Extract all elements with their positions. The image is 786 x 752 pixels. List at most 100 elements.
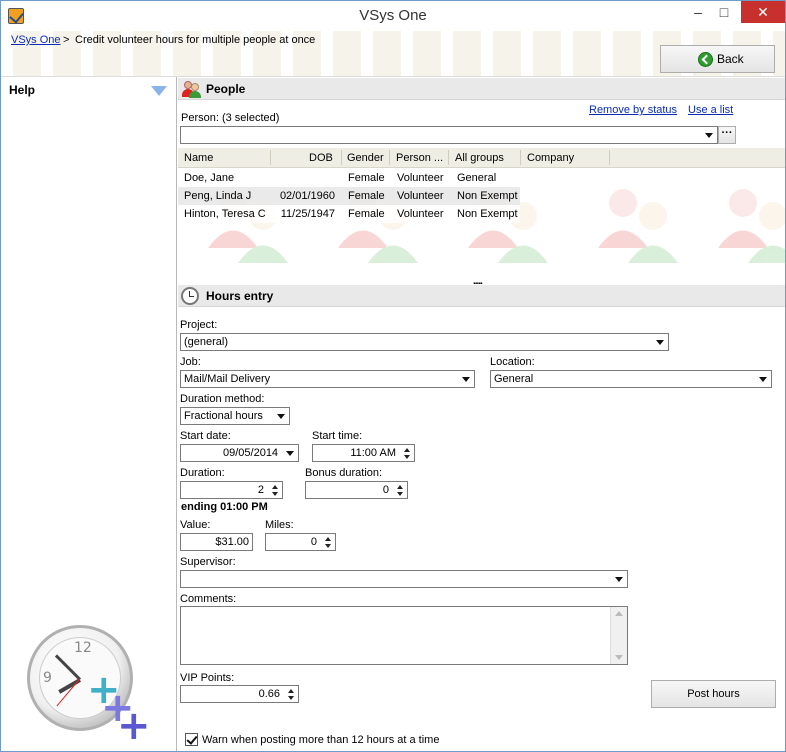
- people-grid[interactable]: Name DOB Gender Person ... All groups Co…: [178, 148, 785, 278]
- title-bar[interactable]: VSys One – □ ✕: [1, 1, 785, 31]
- breadcrumb-separator: >: [63, 34, 70, 46]
- chevron-down-icon: [656, 340, 664, 345]
- maximize-button[interactable]: □: [711, 1, 737, 23]
- project-select[interactable]: (general): [180, 333, 669, 351]
- clock-icon: [181, 287, 199, 305]
- warn-checkbox-label[interactable]: Warn when posting more than 12 hours at …: [202, 734, 439, 746]
- table-row[interactable]: Peng, Linda J 02/01/1960 Female Voluntee…: [178, 187, 520, 205]
- project-select-value: (general): [184, 336, 229, 348]
- plus-blue-icon: +: [117, 703, 151, 749]
- spin-down-icon[interactable]: [272, 492, 278, 496]
- supervisor-label: Supervisor:: [180, 556, 236, 568]
- start-date-picker[interactable]: 09/05/2014: [180, 444, 299, 462]
- value-input-value: $31.00: [215, 536, 249, 548]
- help-collapse-chevron-icon[interactable]: [151, 86, 167, 96]
- window-title: VSys One: [359, 7, 427, 24]
- value-input[interactable]: $31.00: [180, 533, 253, 551]
- cell-groups: Non Exempt: [457, 190, 518, 202]
- comments-textarea[interactable]: [180, 606, 628, 665]
- miles-spinner[interactable]: 0: [265, 533, 336, 551]
- duration-value: 2: [257, 484, 264, 496]
- start-date-label: Start date:: [180, 430, 231, 442]
- spin-down-icon[interactable]: [325, 544, 331, 548]
- job-label: Job:: [180, 356, 201, 368]
- duration-method-label: Duration method:: [180, 393, 265, 405]
- column-header-name[interactable]: Name: [184, 152, 213, 164]
- spin-down-icon[interactable]: [397, 492, 403, 496]
- post-hours-button[interactable]: Post hours: [651, 680, 776, 708]
- spin-down-icon[interactable]: [404, 455, 410, 459]
- chevron-down-icon: [759, 377, 767, 382]
- person-ellipsis-button[interactable]: ···: [718, 126, 736, 144]
- close-button[interactable]: ✕: [741, 1, 785, 23]
- spin-up-icon[interactable]: [404, 448, 410, 452]
- person-combo[interactable]: [180, 126, 718, 144]
- spin-up-icon[interactable]: [288, 689, 294, 693]
- start-time-label: Start time:: [312, 430, 363, 442]
- start-date-value: 09/05/2014: [223, 447, 279, 459]
- hours-section-title: Hours entry: [206, 289, 274, 303]
- cell-groups: General: [457, 172, 497, 184]
- post-hours-label: Post hours: [687, 688, 740, 700]
- job-select[interactable]: Mail/Mail Delivery: [180, 370, 475, 388]
- location-select[interactable]: General: [490, 370, 772, 388]
- spin-up-icon[interactable]: [325, 537, 331, 541]
- job-select-value: Mail/Mail Delivery: [184, 373, 271, 385]
- table-row[interactable]: Doe, Jane Female Volunteer General: [178, 169, 520, 187]
- chevron-down-icon: [277, 414, 285, 419]
- bonus-duration-value: 0: [382, 484, 389, 496]
- ending-time-text: ending 01:00 PM: [181, 501, 268, 513]
- table-row[interactable]: Hinton, Teresa C 11/25/1947 Female Volun…: [178, 205, 520, 223]
- location-label: Location:: [490, 356, 535, 368]
- people-section-title: People: [206, 82, 246, 96]
- bonus-duration-spinner[interactable]: 0: [305, 481, 408, 499]
- cell-gender: Female: [348, 172, 385, 184]
- miles-label: Miles:: [265, 519, 294, 531]
- cell-person: Volunteer: [397, 190, 444, 202]
- bonus-duration-label: Bonus duration:: [305, 467, 383, 479]
- start-time-spinner[interactable]: 11:00 AM: [312, 444, 415, 462]
- comments-scrollbar[interactable]: [610, 607, 627, 664]
- cell-name: Hinton, Teresa C: [184, 208, 266, 220]
- comments-label: Comments:: [180, 593, 237, 605]
- spin-up-icon[interactable]: [272, 485, 278, 489]
- cell-name: Peng, Linda J: [184, 190, 252, 202]
- back-button[interactable]: Back: [660, 45, 775, 73]
- vip-points-spinner[interactable]: 0.66: [180, 685, 299, 703]
- remove-by-status-link[interactable]: Remove by status: [589, 104, 677, 116]
- cell-groups: Non Exempt: [457, 208, 518, 220]
- column-header-person[interactable]: Person ...: [396, 152, 443, 164]
- people-section-header: People: [178, 78, 785, 100]
- project-label: Project:: [180, 319, 218, 331]
- back-arrow-icon: [698, 52, 713, 67]
- scroll-up-icon[interactable]: [615, 611, 623, 616]
- column-header-all-groups[interactable]: All groups: [455, 152, 504, 164]
- back-button-label: Back: [717, 52, 744, 66]
- cell-gender: Female: [348, 190, 385, 202]
- warn-checkbox[interactable]: [185, 733, 198, 746]
- column-header-gender[interactable]: Gender: [347, 152, 384, 164]
- scroll-down-icon[interactable]: [615, 655, 623, 660]
- chevron-down-icon: [615, 577, 623, 582]
- spin-down-icon[interactable]: [288, 696, 294, 700]
- breadcrumb-current: Credit volunteer hours for multiple peop…: [75, 34, 316, 46]
- duration-label: Duration:: [180, 467, 225, 479]
- people-icon: [182, 80, 202, 98]
- clock-number-nine: 9: [43, 670, 52, 686]
- help-panel: Help 12 9 + + +: [1, 77, 177, 751]
- value-label: Value:: [180, 519, 211, 531]
- duration-spinner[interactable]: 2: [180, 481, 283, 499]
- chevron-down-icon: [705, 133, 713, 138]
- grid-header: Name DOB Gender Person ... All groups Co…: [178, 148, 785, 168]
- duration-method-select[interactable]: Fractional hours: [180, 407, 290, 425]
- location-select-value: General: [494, 373, 534, 385]
- column-header-dob[interactable]: DOB: [309, 152, 333, 164]
- header-strip: VSys One > Credit volunteer hours for mu…: [1, 31, 785, 77]
- supervisor-select[interactable]: [180, 570, 628, 588]
- breadcrumb-root-link[interactable]: VSys One: [11, 34, 61, 46]
- cell-person: Volunteer: [397, 208, 444, 220]
- use-a-list-link[interactable]: Use a list: [688, 104, 733, 116]
- spin-up-icon[interactable]: [397, 485, 403, 489]
- minimize-button[interactable]: –: [685, 1, 711, 23]
- column-header-company[interactable]: Company: [527, 152, 574, 164]
